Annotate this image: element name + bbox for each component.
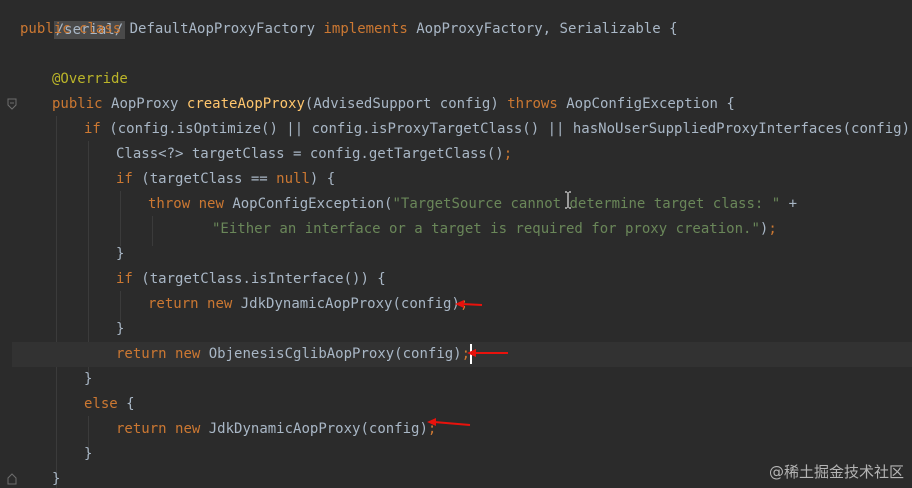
keyword-if: if: [84, 121, 101, 137]
interface-name-2: Serializable {: [559, 21, 678, 37]
interface-name: AopProxyFactory,: [416, 21, 552, 37]
code-line-if-optimize[interactable]: if (config.isOptimize() || config.isProx…: [84, 117, 912, 142]
if-condition: (targetClass.isInterface()) {: [141, 271, 386, 287]
keyword-else: else: [84, 396, 118, 412]
code-line-method-declaration[interactable]: public AopProxy createAopProxy(AdvisedSu…: [52, 92, 735, 117]
semicolon: ;: [503, 146, 513, 162]
indent-guide: [56, 116, 57, 488]
keyword-return: return: [148, 296, 199, 312]
exception-constructor: AopConfigException(: [232, 196, 393, 212]
fold-minus-icon[interactable]: [7, 98, 17, 110]
code-line-return-jdk-proxy[interactable]: return new JdkDynamicAopProxy(config);: [148, 292, 468, 317]
keyword-throws: throws: [507, 96, 558, 112]
code-line-throw[interactable]: throw new AopConfigException("TargetSour…: [148, 192, 797, 217]
keyword-throw: throw: [148, 196, 191, 212]
code-line-if-null[interactable]: if (targetClass == null) {: [116, 167, 335, 192]
keyword-return: return: [116, 421, 167, 437]
code-line-if-interface[interactable]: if (targetClass.isInterface()) {: [116, 267, 386, 292]
keyword-return: return: [116, 346, 167, 362]
code-line-close-brace[interactable]: }: [84, 367, 92, 392]
code-line-throw-continuation[interactable]: "Either an interface or a target is requ…: [212, 217, 777, 242]
keyword-public: public: [52, 96, 103, 112]
code-line-override[interactable]: @Override: [52, 67, 128, 92]
if-condition: (targetClass ==: [141, 171, 268, 187]
editor-gutter: [0, 0, 20, 488]
code-line-close-brace[interactable]: }: [52, 467, 60, 488]
code-line-else[interactable]: else {: [84, 392, 135, 417]
code-line-close-brace[interactable]: }: [116, 317, 124, 342]
keyword-implements: implements: [323, 21, 408, 37]
red-arrow-icon: [427, 418, 471, 426]
keyword-if: if: [116, 171, 133, 187]
jdk-proxy-constructor: JdkDynamicAopProxy(config): [240, 296, 460, 312]
method-name: createAopProxy: [186, 96, 305, 112]
keyword-new: new: [175, 346, 201, 362]
code-editor[interactable]: /serial/ public class DefaultAopProxyFac…: [0, 0, 912, 488]
fold-end-icon[interactable]: [7, 473, 17, 485]
keyword-new: new: [207, 296, 233, 312]
if-condition: (config.isOptimize() || config.isProxyTa…: [109, 121, 912, 137]
code-line-serial[interactable]: /serial/: [20, 0, 126, 39]
semicolon: ;: [768, 221, 777, 237]
code-line-return-objenesis-proxy[interactable]: return new ObjenesisCglibAopProxy(config…: [116, 342, 473, 367]
class-name: DefaultAopProxyFactory: [129, 21, 316, 37]
indent-guide: [88, 141, 89, 373]
keyword-if: if: [116, 271, 133, 287]
indent-guide: [152, 216, 153, 246]
code-line-target-class[interactable]: Class<?> targetClass = config.getTargetC…: [116, 142, 512, 167]
plus-operator: +: [780, 196, 798, 212]
string-literal: "Either an interface or a target is requ…: [212, 221, 760, 237]
code-line-close-brace[interactable]: }: [116, 242, 124, 267]
red-arrow-icon: [455, 300, 483, 308]
if-condition-end: ) {: [309, 171, 336, 187]
method-params: (AdvisedSupport config): [304, 96, 499, 112]
ibeam-cursor-icon: [565, 191, 571, 209]
keyword-class: class: [79, 21, 122, 37]
keyword-new: new: [198, 196, 224, 212]
indent-guide: [120, 191, 121, 246]
code-line-close-brace[interactable]: }: [84, 442, 92, 467]
keyword-null: null: [276, 171, 310, 187]
return-type: AopProxy: [111, 96, 179, 112]
keyword-public: public: [20, 21, 71, 37]
annotation-override: @Override: [52, 71, 128, 87]
open-brace: {: [126, 396, 135, 412]
objenesis-proxy-constructor: ObjenesisCglibAopProxy(config): [208, 346, 462, 362]
code-line-class-declaration[interactable]: public class DefaultAopProxyFactory impl…: [20, 17, 678, 42]
keyword-new: new: [175, 421, 201, 437]
exception-type: AopConfigException {: [566, 96, 735, 112]
code-line-return-jdk-proxy-else[interactable]: return new JdkDynamicAopProxy(config);: [116, 417, 436, 442]
jdk-proxy-constructor: JdkDynamicAopProxy(config): [208, 421, 428, 437]
watermark: @稀土掘金技术社区: [768, 463, 904, 481]
string-literal: "TargetSource cannot determine target cl…: [392, 196, 781, 212]
target-class-assignment: Class<?> targetClass = config.getTargetC…: [116, 146, 504, 162]
red-arrow-icon: [467, 349, 508, 357]
